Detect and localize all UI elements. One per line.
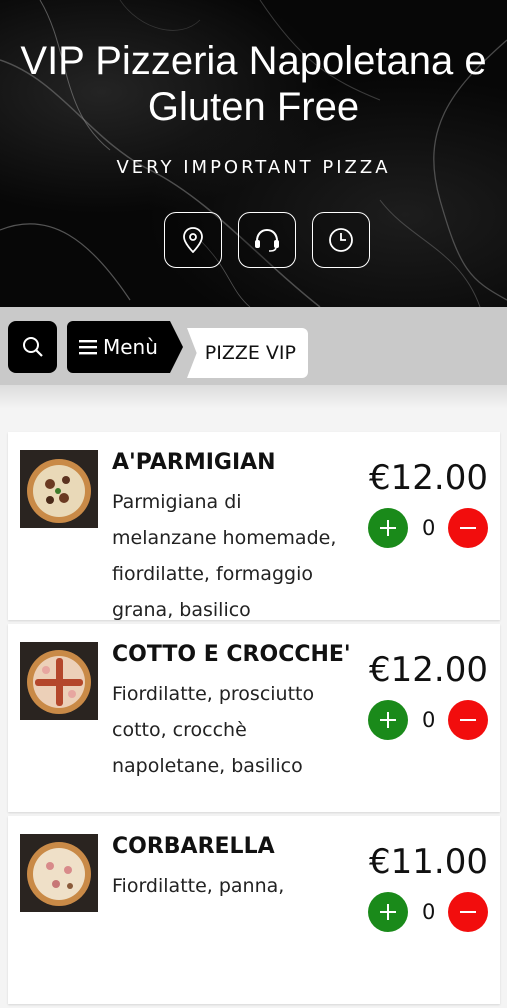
quantity-value: 0 (422, 900, 436, 924)
menu-button[interactable]: Menù (67, 321, 183, 373)
plus-icon (380, 904, 396, 920)
product-name: COTTO E CROCCHE' (112, 642, 351, 667)
clock-icon (329, 228, 353, 252)
minus-icon (460, 719, 476, 721)
quantity-stepper: 0 (368, 892, 488, 932)
decrease-button[interactable] (448, 700, 488, 740)
product-description: Fiordilatte, prosciutto cotto, crocchè n… (112, 683, 315, 777)
increase-button[interactable] (368, 892, 408, 932)
product-card[interactable]: CORBARELLA Fiordilatte, panna, €11.00 0 (8, 816, 500, 1004)
product-price: €11.00 (369, 842, 488, 882)
quantity-stepper: 0 (368, 508, 488, 548)
product-list: A'PARMIGIAN Parmigiana di melanzane home… (8, 432, 500, 1008)
decrease-button[interactable] (448, 508, 488, 548)
product-price: €12.00 (369, 650, 488, 690)
navbar-shadow (0, 385, 507, 409)
hours-button[interactable] (312, 212, 370, 268)
product-price: €12.00 (369, 458, 488, 498)
product-description: Parmigiana di melanzane homemade, fiordi… (112, 491, 337, 621)
search-icon (22, 337, 43, 357)
product-name: CORBARELLA (112, 834, 275, 859)
contact-button[interactable] (238, 212, 296, 268)
category-navbar: Menù PIZZE VIP (0, 307, 507, 385)
plus-icon (380, 712, 396, 728)
increase-button[interactable] (368, 700, 408, 740)
plus-icon (380, 520, 396, 536)
increase-button[interactable] (368, 508, 408, 548)
quantity-value: 0 (422, 708, 436, 732)
decrease-button[interactable] (448, 892, 488, 932)
minus-icon (460, 911, 476, 913)
page-subtitle: VERY IMPORTANT PIZZA (116, 157, 391, 178)
location-pin-icon (183, 227, 203, 253)
headset-icon (255, 228, 279, 252)
product-image (20, 450, 98, 528)
location-button[interactable] (164, 212, 222, 268)
product-image (20, 834, 98, 912)
minus-icon (460, 527, 476, 529)
product-card[interactable]: COTTO E CROCCHE' Fiordilatte, prosciutto… (8, 624, 500, 812)
hero-header: VIP Pizzeria Napoletana e Gluten Free VE… (0, 0, 507, 307)
product-description: Fiordilatte, panna, (112, 875, 285, 897)
product-name: A'PARMIGIAN (112, 450, 276, 475)
hamburger-icon (79, 340, 97, 355)
breadcrumb-category[interactable]: PIZZE VIP (187, 328, 308, 378)
quantity-stepper: 0 (368, 700, 488, 740)
menu-label: Menù (103, 335, 158, 359)
product-image (20, 642, 98, 720)
hero-action-buttons (164, 212, 370, 268)
page-title: VIP Pizzeria Napoletana e Gluten Free (20, 39, 487, 129)
search-button[interactable] (8, 321, 57, 373)
quantity-value: 0 (422, 516, 436, 540)
product-card[interactable]: A'PARMIGIAN Parmigiana di melanzane home… (8, 432, 500, 621)
